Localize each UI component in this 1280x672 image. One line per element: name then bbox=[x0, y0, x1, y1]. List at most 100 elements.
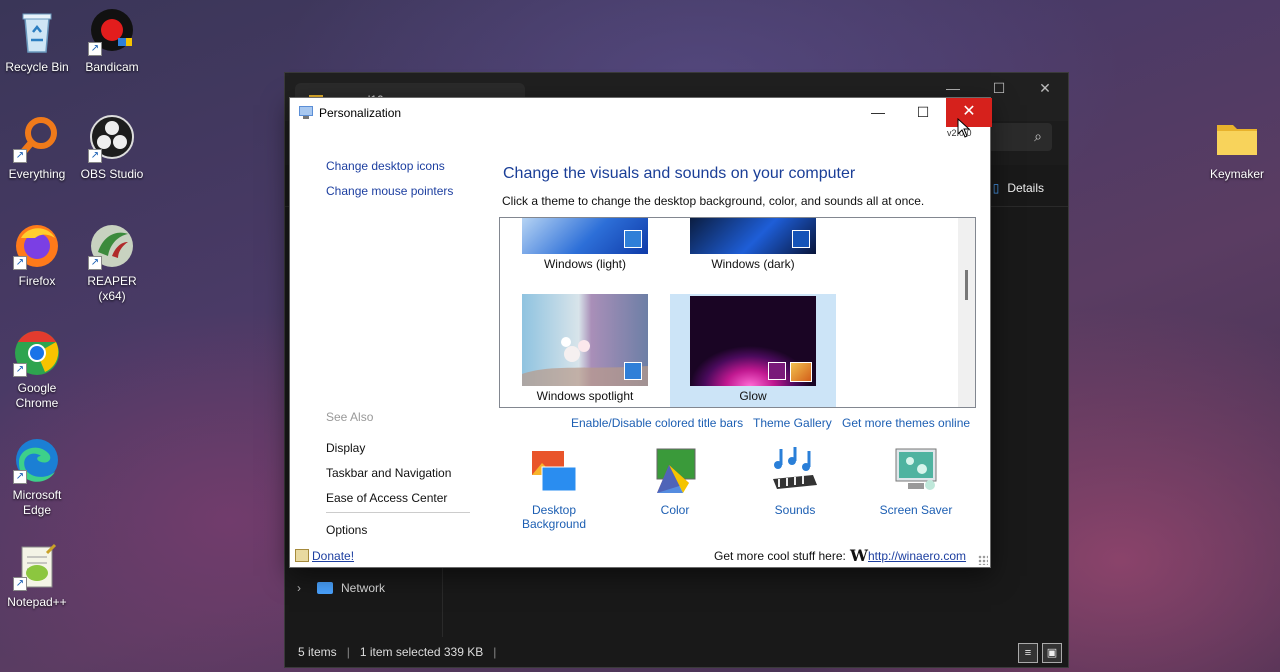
winaero-logo-icon: W bbox=[850, 546, 868, 565]
maximize-icon: ☐ bbox=[916, 104, 930, 120]
taskbar-navigation-link[interactable]: Taskbar and Navigation bbox=[326, 466, 451, 480]
desktop-icon-keymaker[interactable]: Keymaker bbox=[1197, 115, 1277, 182]
ease-of-access-link[interactable]: Ease of Access Center bbox=[326, 491, 447, 505]
folder-icon bbox=[1213, 115, 1261, 163]
theme-item-windows-light[interactable]: Windows (light) bbox=[502, 218, 668, 274]
edge-icon: ↗ bbox=[13, 436, 61, 484]
minimize-button[interactable]: — bbox=[855, 98, 901, 127]
color-palette-icon bbox=[649, 445, 701, 497]
maximize-button[interactable]: ☐ bbox=[900, 98, 946, 127]
mouse-cursor-icon bbox=[957, 118, 971, 138]
dialog-footer: Donate! Get more cool stuff here: W http… bbox=[290, 545, 990, 567]
theme-name: Windows spotlight bbox=[536, 389, 634, 403]
desktop-icon-reaper[interactable]: ↗ REAPER (x64) bbox=[72, 222, 152, 304]
theme-name: Windows (dark) bbox=[711, 257, 795, 271]
firefox-icon: ↗ bbox=[13, 222, 61, 270]
desktop-icon-label: Bandicam bbox=[85, 60, 139, 74]
scrollbar-thumb[interactable] bbox=[965, 270, 968, 300]
setting-label: Sounds bbox=[774, 503, 816, 517]
sounds-icon bbox=[769, 445, 821, 497]
sounds-button[interactable]: Sounds bbox=[745, 445, 845, 517]
theme-thumbnail bbox=[522, 218, 648, 254]
desktop-icon-chrome[interactable]: ↗ Google Chrome bbox=[0, 329, 77, 411]
more-stuff-label: Get more cool stuff here: bbox=[714, 549, 846, 563]
theme-name: Windows (light) bbox=[543, 257, 627, 271]
personalization-app-icon bbox=[299, 106, 313, 119]
slideshow-icon bbox=[790, 362, 812, 382]
winaero-link[interactable]: http://winaero.com bbox=[868, 549, 966, 563]
details-pane-icon: ▯ bbox=[992, 181, 1000, 195]
change-desktop-icons-link[interactable]: Change desktop icons bbox=[326, 159, 445, 173]
desktop-icon-recycle-bin[interactable]: Recycle Bin bbox=[0, 8, 77, 75]
theme-item-windows-dark[interactable]: Windows (dark) bbox=[670, 218, 836, 274]
theme-thumbnail bbox=[522, 294, 648, 386]
desktop-icon-label: Firefox bbox=[18, 274, 56, 288]
screen-saver-button[interactable]: Screen Saver bbox=[866, 445, 966, 517]
setting-label: Color bbox=[660, 503, 690, 517]
view-toggle: ≡ ▣ bbox=[1018, 643, 1062, 663]
reaper-icon: ↗ bbox=[88, 222, 136, 270]
left-pane: Change desktop icons Change mouse pointe… bbox=[290, 127, 490, 545]
nav-item-label: Network bbox=[341, 581, 386, 595]
theme-item-windows-spotlight[interactable]: Windows spotlight bbox=[502, 294, 668, 407]
theme-list: Windows (light) Windows (dark) Windows s… bbox=[499, 217, 976, 408]
notepadpp-icon: ↗ bbox=[13, 543, 61, 591]
theme-item-glow[interactable]: Glow bbox=[670, 294, 836, 407]
change-mouse-pointers-link[interactable]: Change mouse pointers bbox=[326, 184, 453, 198]
theme-gallery-link[interactable]: Theme Gallery bbox=[753, 416, 832, 430]
search-icon: ⌕ bbox=[1034, 128, 1042, 144]
tiles-view-icon[interactable]: ▣ bbox=[1042, 643, 1062, 663]
desktop-icon-edge[interactable]: ↗ Microsoft Edge bbox=[0, 436, 77, 518]
details-view-icon[interactable]: ≡ bbox=[1018, 643, 1038, 663]
dialog-titlebar[interactable]: Personalization — ☐ ✕ bbox=[290, 98, 992, 127]
options-link[interactable]: Options bbox=[326, 523, 367, 537]
chrome-icon: ↗ bbox=[13, 329, 61, 377]
nav-item-network[interactable]: › Network bbox=[297, 581, 385, 595]
shortcut-arrow-icon: ↗ bbox=[13, 256, 27, 270]
network-icon bbox=[317, 582, 333, 594]
screen-saver-icon bbox=[890, 445, 942, 497]
donate-link[interactable]: Donate! bbox=[312, 549, 354, 563]
desktop-background-button[interactable]: Desktop Background bbox=[504, 445, 604, 531]
recycle-bin-icon bbox=[13, 8, 61, 56]
shortcut-arrow-icon: ↗ bbox=[13, 470, 27, 484]
desktop-icon-label: REAPER (x64) bbox=[87, 274, 137, 303]
desktop-icon-everything[interactable]: ↗ Everything bbox=[0, 115, 77, 182]
desktop-icon-label: OBS Studio bbox=[80, 167, 144, 181]
left-pane-divider bbox=[326, 512, 470, 513]
colored-title-bars-link[interactable]: Enable/Disable colored title bars bbox=[571, 416, 743, 430]
theme-color-swatch bbox=[792, 230, 810, 248]
resize-grip-icon[interactable] bbox=[978, 555, 988, 565]
donate-icon bbox=[295, 549, 309, 562]
shortcut-arrow-icon: ↗ bbox=[88, 149, 102, 163]
theme-list-scrollbar[interactable] bbox=[958, 218, 975, 407]
desktop-icon-firefox[interactable]: ↗ Firefox bbox=[0, 222, 77, 289]
display-link[interactable]: Display bbox=[326, 441, 365, 455]
status-item-count: 5 items bbox=[298, 645, 337, 659]
personalization-dialog: Personalization — ☐ ✕ v2.0.0 Change desk… bbox=[289, 97, 992, 568]
desktop-icon-label: Everything bbox=[8, 167, 66, 181]
desktop-background-icon bbox=[528, 445, 580, 497]
desktop-icon-bandicam[interactable]: ↗ Bandicam bbox=[72, 8, 152, 75]
theme-color-swatch bbox=[768, 362, 786, 380]
color-button[interactable]: Color bbox=[625, 445, 725, 517]
desktop-icon-label: Notepad++ bbox=[7, 595, 67, 609]
status-separator: | bbox=[346, 645, 350, 659]
theme-color-swatch bbox=[624, 362, 642, 380]
desktop-icon-obs[interactable]: ↗ OBS Studio bbox=[72, 115, 152, 182]
close-icon[interactable]: ✕ bbox=[1022, 73, 1068, 105]
desktop-icon-notepadpp[interactable]: ↗ Notepad++ bbox=[0, 543, 77, 610]
see-also-heading: See Also bbox=[326, 410, 374, 424]
theme-thumbnail bbox=[690, 218, 816, 254]
dialog-title: Personalization bbox=[319, 106, 402, 120]
details-button[interactable]: ▯ Details bbox=[993, 181, 1044, 195]
theme-thumbnail bbox=[690, 296, 816, 386]
shortcut-arrow-icon: ↗ bbox=[88, 256, 102, 270]
obs-icon: ↗ bbox=[88, 115, 136, 163]
theme-color-swatch bbox=[624, 230, 642, 248]
desktop-icon-label: Microsoft Edge bbox=[12, 488, 62, 517]
more-themes-online-link[interactable]: Get more themes online bbox=[842, 416, 970, 430]
desktop-icon-label: Google Chrome bbox=[15, 381, 59, 410]
explorer-status-bar: 5 items | 1 item selected 339 KB | bbox=[285, 637, 1068, 667]
setting-label: Desktop Background bbox=[521, 503, 587, 531]
